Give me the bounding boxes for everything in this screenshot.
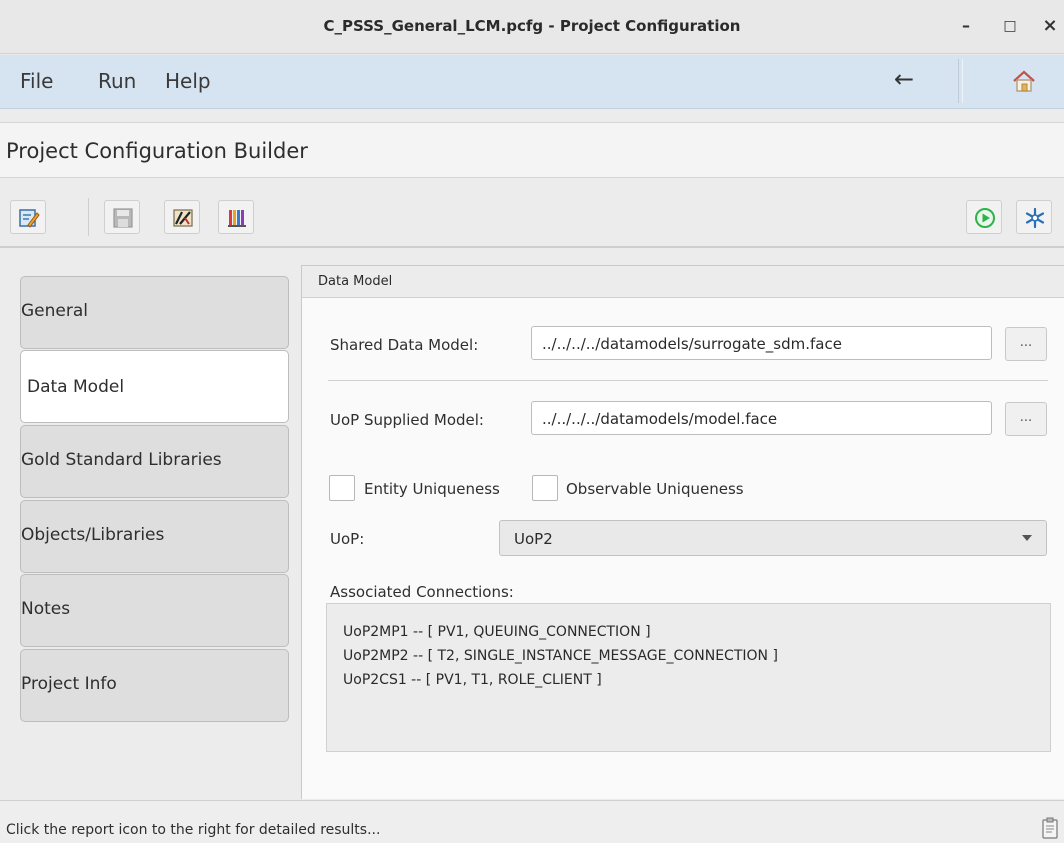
menu-divider-highlight xyxy=(962,59,963,103)
tab-objects-libraries-label: Objects/Libraries xyxy=(21,525,165,545)
validate-button[interactable] xyxy=(164,200,200,234)
tab-general-label: General xyxy=(21,301,88,321)
panel-header: Data Model xyxy=(302,266,1064,298)
menu-help[interactable]: Help xyxy=(165,69,211,93)
minimize-button[interactable]: – xyxy=(954,14,978,38)
list-item: UoP2MP1 -- [ PV1, QUEUING_CONNECTION ] xyxy=(343,624,651,640)
tab-data-model[interactable]: Data Model xyxy=(20,350,289,423)
toolbar-divider xyxy=(88,198,89,236)
browse-label: ... xyxy=(1019,410,1033,425)
maximize-button[interactable]: □ xyxy=(998,14,1022,38)
page-title: Project Configuration Builder xyxy=(6,139,308,163)
menu-bar: File Run Help ← xyxy=(0,55,1064,109)
shared-data-model-field[interactable]: ../../../../datamodels/surrogate_sdm.fac… xyxy=(531,326,992,360)
entity-uniqueness-label: Entity Uniqueness xyxy=(364,480,500,498)
uop-select[interactable]: UoP2 xyxy=(499,520,1047,556)
menu-file[interactable]: File xyxy=(20,69,53,93)
edit-button[interactable] xyxy=(10,200,46,234)
tab-project-info[interactable]: Project Info xyxy=(20,649,289,722)
tab-notes[interactable]: Notes xyxy=(20,574,289,647)
uop-label: UoP: xyxy=(330,530,365,548)
shared-data-model-browse-button[interactable]: ... xyxy=(1005,327,1047,361)
chevron-down-icon xyxy=(1022,535,1032,541)
title-bar: C_PSSS_General_LCM.pcfg - Project Config… xyxy=(0,0,1064,54)
menu-divider xyxy=(958,59,959,103)
menu-run[interactable]: Run xyxy=(98,69,136,93)
entity-uniqueness-checkbox[interactable] xyxy=(329,475,355,501)
shared-data-model-value: ../../../../datamodels/surrogate_sdm.fac… xyxy=(542,335,842,353)
shared-data-model-label: Shared Data Model: xyxy=(330,336,479,354)
status-bar: Click the report icon to the right for d… xyxy=(0,800,1064,843)
window-title: C_PSSS_General_LCM.pcfg - Project Config… xyxy=(323,17,741,35)
browse-label: ... xyxy=(1019,335,1033,350)
save-button[interactable] xyxy=(104,200,140,234)
list-item: UoP2MP2 -- [ T2, SINGLE_INSTANCE_MESSAGE… xyxy=(343,648,778,664)
status-message: Click the report icon to the right for d… xyxy=(6,822,381,838)
run-icon xyxy=(975,208,995,228)
observable-uniqueness-checkbox[interactable] xyxy=(532,475,558,501)
tab-notes-label: Notes xyxy=(21,599,71,619)
associated-connections-list: UoP2MP1 -- [ PV1, QUEUING_CONNECTION ] U… xyxy=(326,603,1051,752)
report-clipboard-icon[interactable] xyxy=(1042,817,1058,839)
uop-supplied-model-field[interactable]: ../../../../datamodels/model.face xyxy=(531,401,992,435)
builder-header: Project Configuration Builder xyxy=(0,122,1064,178)
associated-connections-label: Associated Connections: xyxy=(330,583,514,601)
run-button[interactable] xyxy=(966,200,1002,234)
tab-gold-standard-libraries[interactable]: Gold Standard Libraries xyxy=(20,425,289,498)
uop-supplied-model-label: UoP Supplied Model: xyxy=(330,411,484,429)
report-chart-icon xyxy=(228,210,246,227)
settings-snowflake-button[interactable] xyxy=(1016,200,1052,234)
uop-selected-value: UoP2 xyxy=(514,530,553,548)
section-divider xyxy=(328,380,1048,381)
report-chart-button[interactable] xyxy=(218,200,254,234)
list-item: UoP2CS1 -- [ PV1, T1, ROLE_CLIENT ] xyxy=(343,672,602,688)
tab-project-info-label: Project Info xyxy=(21,674,117,694)
settings-snowflake-icon xyxy=(1025,207,1045,229)
back-arrow-icon[interactable]: ← xyxy=(894,65,914,93)
tab-objects-libraries[interactable]: Objects/Libraries xyxy=(20,500,289,573)
toolbar xyxy=(0,192,1064,248)
uop-supplied-model-value: ../../../../datamodels/model.face xyxy=(542,410,778,428)
panel-title: Data Model xyxy=(318,274,393,289)
validate-icon xyxy=(173,209,193,227)
uop-supplied-model-browse-button[interactable]: ... xyxy=(1005,402,1047,436)
close-button[interactable]: × xyxy=(1038,14,1062,38)
edit-icon xyxy=(19,209,40,228)
tab-general[interactable]: General xyxy=(20,276,289,349)
save-icon xyxy=(113,208,133,228)
tab-data-model-label: Data Model xyxy=(27,377,125,397)
observable-uniqueness-label: Observable Uniqueness xyxy=(566,480,744,498)
home-icon[interactable] xyxy=(1011,69,1037,93)
tab-gold-standard-libraries-label: Gold Standard Libraries xyxy=(21,450,222,470)
